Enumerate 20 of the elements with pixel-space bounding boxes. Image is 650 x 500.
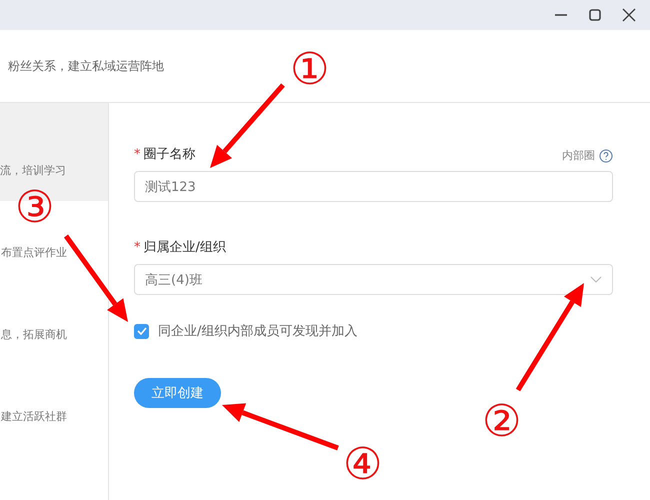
checkbox-label: 同企业/组织内部成员可发现并加入: [158, 323, 358, 340]
field-label: * 归属企业/组织: [134, 239, 226, 256]
close-icon[interactable]: [622, 8, 636, 22]
checkmark-icon: [136, 327, 146, 335]
create-button[interactable]: 立即创建: [134, 378, 221, 408]
organization-dropdown[interactable]: 高三(4)班: [134, 264, 613, 295]
maximize-icon[interactable]: [588, 8, 602, 22]
help-icon[interactable]: [599, 148, 613, 162]
annotation-number: ①: [290, 48, 329, 92]
sidebar-item[interactable]: 建立活跃社群: [0, 409, 108, 425]
sidebar-item[interactable]: 布置点评作业: [0, 245, 108, 261]
name-field[interactable]: 测试123: [134, 171, 613, 202]
sidebar-item[interactable]: 息，拓展商机: [0, 327, 108, 343]
header-subtitle: 粉丝关系，建立私域运营阵地: [8, 58, 164, 74]
chevron-down-icon: [590, 276, 602, 284]
annotation-number: ④: [343, 443, 382, 487]
hint-text: 内部圈: [562, 148, 595, 163]
checkbox[interactable]: [134, 324, 149, 338]
annotation-number: ②: [482, 400, 521, 444]
field-label: * 圈子名称: [134, 146, 196, 163]
